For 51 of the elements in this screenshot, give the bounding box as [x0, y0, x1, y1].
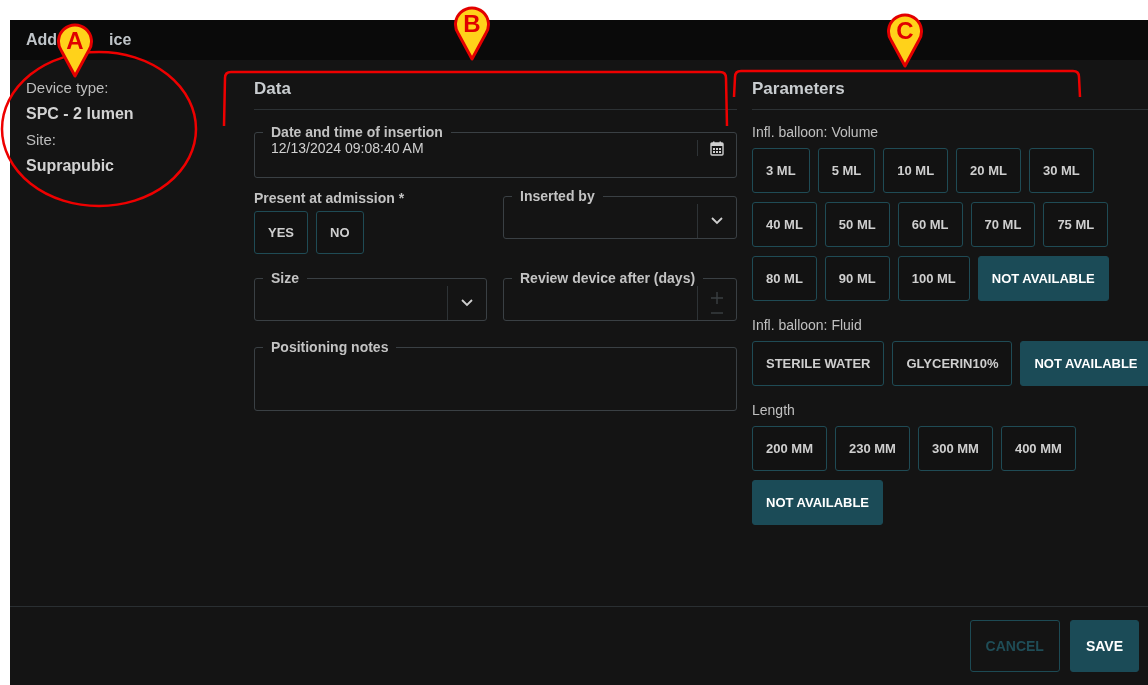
option-button[interactable]: 60 ML — [897, 202, 963, 247]
group-label: Length — [752, 402, 796, 418]
choice-button[interactable]: NO — [316, 211, 364, 254]
option-button[interactable]: 75 ML — [1043, 202, 1109, 247]
option-button[interactable]: 230 MM — [834, 426, 910, 471]
inserted-by-dropdown[interactable]: Inserted by — [503, 188, 737, 239]
option-button[interactable]: 400 MM — [1000, 426, 1076, 471]
option-button[interactable]: NOT AVAILABLE — [1020, 341, 1148, 386]
field-label: Date and time of insertion — [270, 124, 444, 140]
option-button[interactable]: 200 MM — [752, 426, 827, 471]
calendar-icon[interactable] — [710, 140, 724, 156]
date-time-field[interactable]: Date and time of insertion 12/13/2024 09:08:40 AM — [254, 124, 737, 178]
field-label: Present at admission * — [254, 190, 406, 206]
option-button[interactable]: 30 ML — [1028, 148, 1094, 193]
dialog-title: Add — [26, 31, 58, 49]
info-value: Suprapubic — [26, 156, 115, 176]
option-button[interactable]: GLYCERIN10% — [892, 341, 1013, 386]
dialog-title: ice — [109, 31, 132, 49]
option-button[interactable]: 50 ML — [824, 202, 890, 247]
callout-marker: B — [453, 5, 491, 61]
chevron-down-icon[interactable] — [711, 217, 723, 225]
option-button[interactable]: 300 MM — [917, 426, 993, 471]
info-label: Site: — [26, 130, 57, 150]
option-button[interactable]: 80 ML — [752, 256, 817, 301]
option-button[interactable]: 3 ML — [752, 148, 810, 193]
option-button[interactable]: 70 ML — [970, 202, 1036, 247]
callout-marker: A — [56, 22, 94, 78]
option-button[interactable]: 90 ML — [824, 256, 890, 301]
field-label: Inserted by — [519, 188, 596, 204]
callout-marker: C — [886, 12, 924, 68]
size-dropdown[interactable]: Size — [254, 270, 487, 321]
notes-field[interactable]: Positioning notes — [254, 339, 737, 411]
option-button[interactable]: 40 ML — [752, 202, 817, 247]
info-value: SPC - 2 lumen — [26, 104, 135, 124]
option-button[interactable]: NOT AVAILABLE — [977, 256, 1109, 301]
field-label: Positioning notes — [270, 339, 390, 355]
group-label: Infl. balloon: Fluid — [752, 317, 863, 333]
save-button[interactable]: SAVE — [1069, 620, 1139, 672]
option-button[interactable]: STERILE WATER — [752, 341, 885, 386]
option-button[interactable]: 10 ML — [883, 148, 949, 193]
choice-button[interactable]: YES — [254, 211, 308, 254]
option-button[interactable]: NOT AVAILABLE — [752, 480, 884, 525]
field-value: 12/13/2024 09:08:40 AM — [271, 140, 424, 156]
field-label: Size — [270, 270, 300, 286]
option-button[interactable]: 20 ML — [956, 148, 1021, 193]
option-button[interactable]: 5 ML — [817, 148, 876, 193]
group-label: Infl. balloon: Volume — [752, 124, 880, 140]
chevron-down-icon[interactable] — [461, 299, 473, 307]
option-button[interactable]: 100 ML — [897, 256, 970, 301]
info-label: Device type: — [26, 78, 110, 98]
field-label: Review device after (days) — [519, 270, 697, 286]
